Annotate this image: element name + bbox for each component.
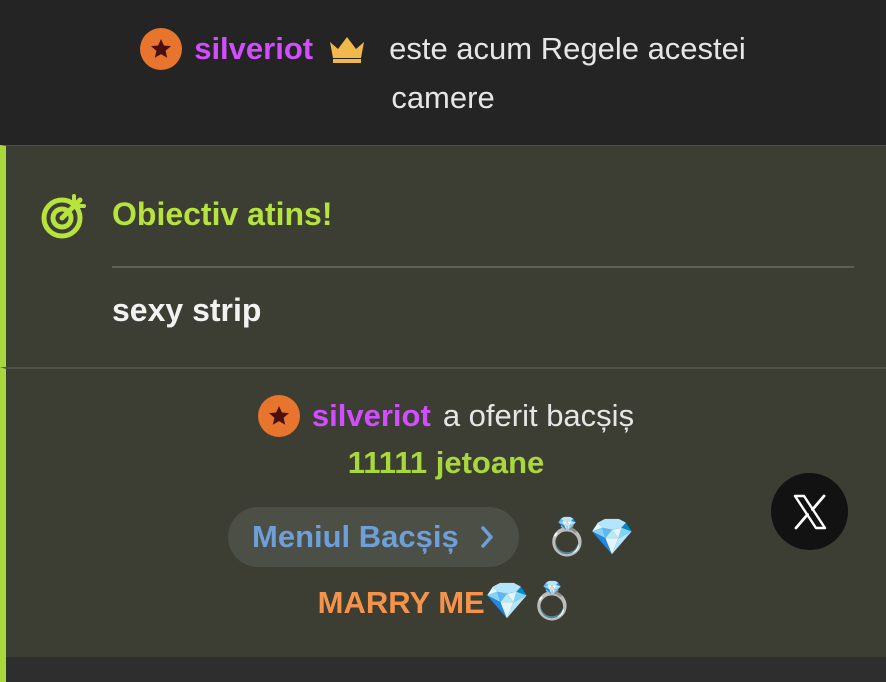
tip-menu-row: Meniul Bacșiș 💍💎 <box>228 507 634 567</box>
goal-description: sexy strip <box>112 292 262 328</box>
king-message-continued: camere <box>391 80 495 115</box>
tip-message-card: silveriot a oferit bacșiș 11111 jetoane … <box>0 367 886 657</box>
king-announcement: silveriot este acum Regele acestei camer… <box>0 0 886 145</box>
tip-menu-label: Meniul Bacșiș <box>252 519 459 554</box>
ring-diamond-emoji: 💍💎 <box>544 516 635 557</box>
tip-menu-button[interactable]: Meniul Bacșiș <box>228 507 519 567</box>
king-username[interactable]: silveriot <box>194 31 313 67</box>
chevron-right-icon <box>481 526 493 548</box>
diamond-ring-emoji: 💎💍 <box>484 580 575 621</box>
tip-action: a oferit bacșiș <box>442 398 635 433</box>
star-badge-icon <box>140 28 183 70</box>
goal-reached-card: Obiectiv atins! sexy strip <box>0 145 886 367</box>
goal-target-icon <box>41 194 86 239</box>
x-logo-icon[interactable] <box>771 473 848 550</box>
tip-item-text: MARRY ME <box>317 585 485 620</box>
king-message: este acum Regele acestei <box>389 31 746 66</box>
king-line: silveriot este acum Regele acestei <box>0 28 886 70</box>
goal-divider <box>112 266 854 268</box>
tip-line: silveriot a oferit bacșiș <box>6 395 886 437</box>
next-message-edge <box>0 657 886 682</box>
tip-amount: 11111 jetoane <box>347 445 545 480</box>
tip-menu-item: MARRY ME💎💍 <box>6 583 886 621</box>
goal-title: Obiectiv atins! <box>112 196 333 232</box>
tipper-username[interactable]: silveriot <box>312 398 431 434</box>
star-badge-icon <box>257 395 300 437</box>
crown-icon <box>330 37 365 63</box>
